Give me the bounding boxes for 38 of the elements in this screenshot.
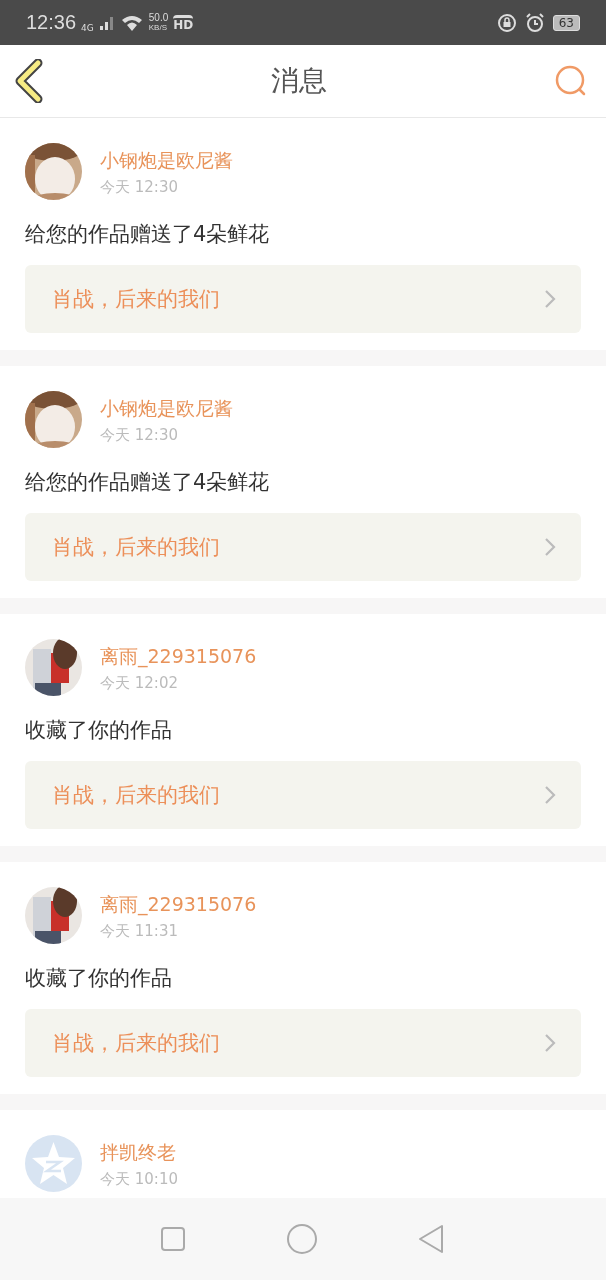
user-name[interactable]: 离雨_229315076 (100, 892, 257, 918)
chevron-right-icon (543, 784, 557, 806)
home-icon[interactable] (286, 1223, 318, 1255)
message-text: 收藏了你的作品 (25, 965, 173, 992)
message-time: 今天 12:30 (100, 178, 179, 197)
message-time: 今天 10:10 (100, 1170, 178, 1189)
network-type: 4G (81, 23, 94, 33)
rotation-lock-icon (496, 12, 517, 33)
message-time: 今天 12:02 (100, 674, 179, 693)
chevron-right-icon (543, 1032, 557, 1054)
network-speed: 50.0 (148, 12, 169, 23)
chevron-right-icon (543, 288, 557, 310)
message-time: 今天 11:31 (100, 922, 179, 941)
battery-indicator: 63 (552, 14, 580, 31)
user-name[interactable]: 离雨_229315076 (100, 644, 257, 670)
message-text: 给您的作品赠送了4朵鲜花 (25, 221, 271, 248)
hd-call-label: HD (173, 14, 194, 31)
user-name[interactable]: 小钢炮是欧尼酱 (100, 148, 233, 174)
back-icon[interactable] (418, 1224, 446, 1254)
star-avatar-icon (25, 1135, 82, 1192)
chevron-right-icon (543, 536, 557, 558)
signal-icon (98, 14, 115, 31)
work-link[interactable]: 肖战，后来的我们 (25, 513, 581, 581)
back-button[interactable] (14, 59, 44, 103)
clock-time: 12:36 (26, 11, 77, 34)
page-title: 消息 (271, 63, 327, 99)
work-link[interactable]: 肖战，后来的我们 (25, 1009, 581, 1077)
recents-icon[interactable] (160, 1226, 186, 1252)
user-name[interactable]: 小钢炮是欧尼酱 (100, 396, 233, 422)
message-time: 今天 12:30 (100, 426, 179, 445)
work-link[interactable]: 肖战，后来的我们 (25, 265, 581, 333)
search-button[interactable] (554, 64, 588, 98)
speed-unit: KB/S (148, 22, 168, 33)
user-name[interactable]: 拌凯终老 (100, 1140, 178, 1166)
work-link[interactable]: 肖战，后来的我们 (25, 761, 581, 829)
message-text: 给您的作品赠送了4朵鲜花 (25, 469, 271, 496)
alarm-icon (524, 12, 545, 33)
message-text: 收藏了你的作品 (25, 717, 173, 744)
